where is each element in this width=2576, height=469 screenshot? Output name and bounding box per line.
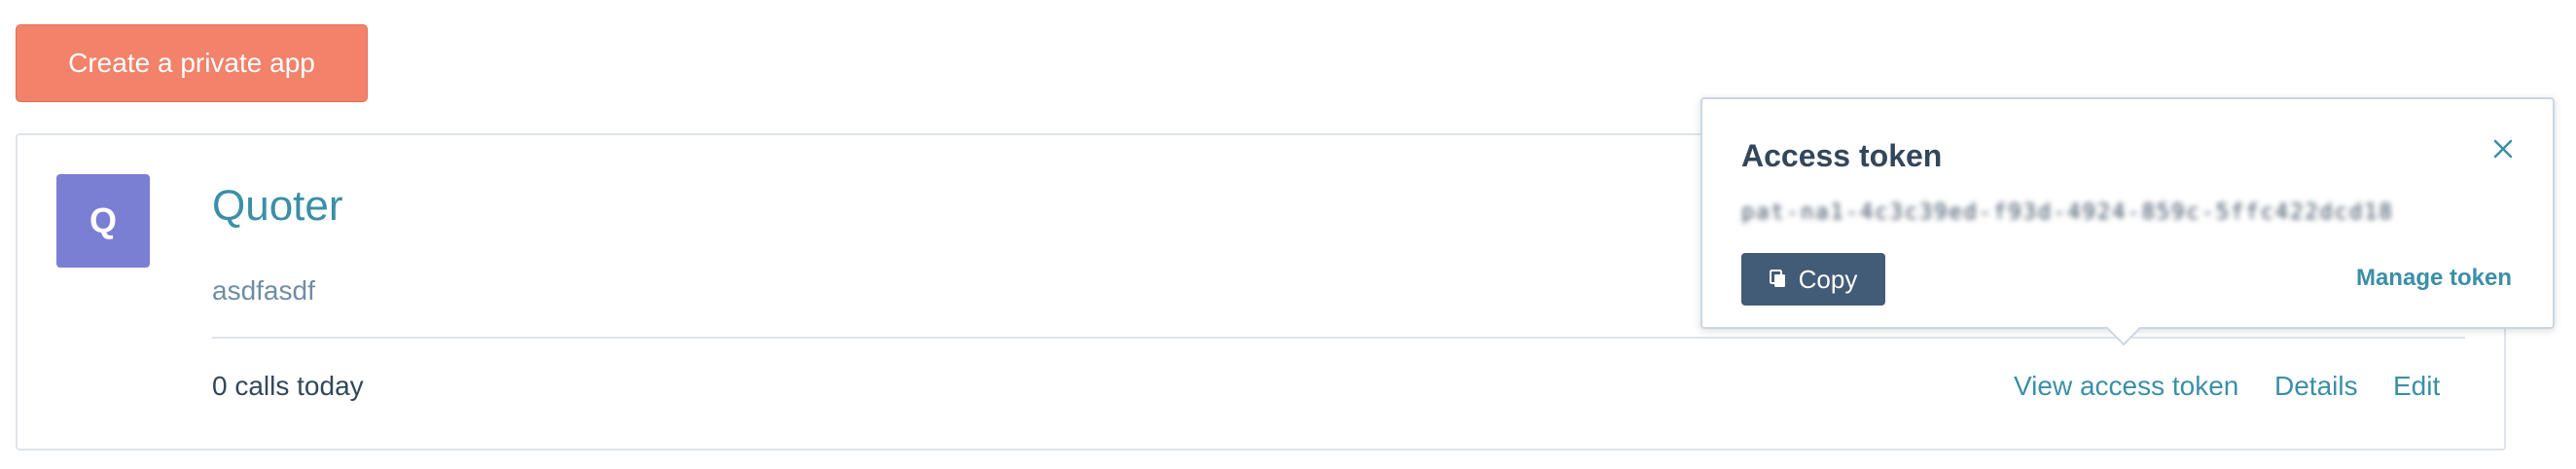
access-token-popover: Access token pat-na1-4c3c39ed-f93d-4924-… [1700,97,2555,346]
view-access-token-link[interactable]: View access token [2014,371,2238,402]
create-private-app-button[interactable]: Create a private app [16,24,368,102]
edit-link[interactable]: Edit [2393,371,2440,402]
app-logo-letter: Q [89,200,117,240]
manage-token-link[interactable]: Manage token [2356,265,2512,292]
app-description: asdfasdf [212,275,315,306]
copy-icon [1769,270,1785,287]
app-name-link[interactable]: Quoter [212,182,343,231]
app-logo: Q [56,174,150,268]
details-link[interactable]: Details [2274,371,2358,402]
access-token-value: pat-na1-4c3c39ed-f93d-4924-859c-5ffc422d… [1741,200,2394,225]
copy-button[interactable]: Copy [1741,253,1885,306]
popover-title: Access token [1741,138,1943,173]
copy-button-label: Copy [1798,264,1858,294]
calls-today: 0 calls today [212,371,364,401]
private-apps-page: Create a private app Q Quoter asdfasdf 0… [0,0,2576,469]
close-icon[interactable] [2490,136,2516,162]
